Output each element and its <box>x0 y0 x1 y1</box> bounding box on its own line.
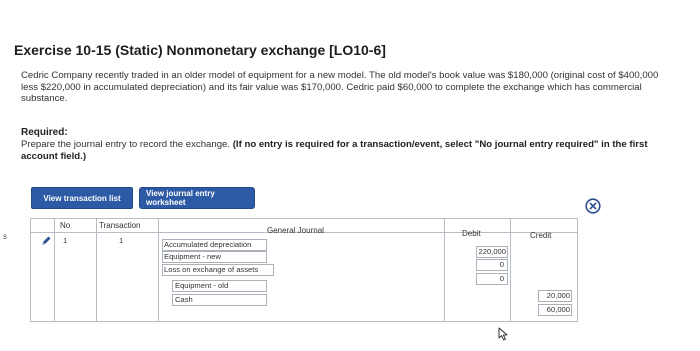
required-label: Required: <box>21 127 68 138</box>
row-4-account: Equipment - old <box>175 281 229 290</box>
row-5-account: Cash <box>175 295 193 304</box>
journal-table: No Transaction General Journal Debit Cre… <box>30 218 578 322</box>
col-divider-3 <box>158 218 159 322</box>
col-divider-1 <box>54 218 55 322</box>
col-divider-5 <box>510 218 511 322</box>
instructions: Prepare the journal entry to record the … <box>21 139 681 162</box>
header-transaction: Transaction <box>99 221 141 230</box>
table-border-bottom <box>30 321 578 322</box>
header-no: No <box>60 221 71 230</box>
row-3-debit: 0 <box>499 274 504 283</box>
row-4-credit: 20,000 <box>546 291 570 300</box>
row-5-credit: 60,000 <box>546 305 570 314</box>
row-1-transaction: 1 <box>119 236 124 245</box>
view-transaction-list-button[interactable]: View transaction list <box>31 187 133 209</box>
table-border-right <box>577 218 578 322</box>
row-1-no: 1 <box>63 236 68 245</box>
table-border-top <box>30 218 578 219</box>
pencil-icon[interactable] <box>40 235 52 247</box>
col-divider-2 <box>96 218 97 322</box>
table-border-left <box>30 218 31 322</box>
row-1-debit: 220,000 <box>478 247 506 256</box>
header-general-journal: General Journal <box>267 226 324 235</box>
row-3-account: Loss on exchange of assets <box>164 265 259 274</box>
left-edge-mark: s <box>3 232 7 241</box>
header-debit: Debit <box>462 229 481 238</box>
header-credit: Credit <box>530 231 552 240</box>
view-journal-entry-worksheet-button[interactable]: View journal entry worksheet <box>139 187 255 209</box>
exercise-title: Exercise 10-15 (Static) Nonmonetary exch… <box>14 42 386 58</box>
row-1-account: Accumulated depreciation <box>164 240 252 249</box>
row-2-account: Equipment - new <box>164 252 221 261</box>
instructions-text: Prepare the journal entry to record the … <box>21 139 233 150</box>
mouse-pointer-icon <box>498 327 508 341</box>
col-divider-4 <box>444 218 445 322</box>
close-icon[interactable] <box>585 198 601 214</box>
row-2-debit: 0 <box>499 260 504 269</box>
problem-description: Cedric Company recently traded in an old… <box>21 70 659 104</box>
